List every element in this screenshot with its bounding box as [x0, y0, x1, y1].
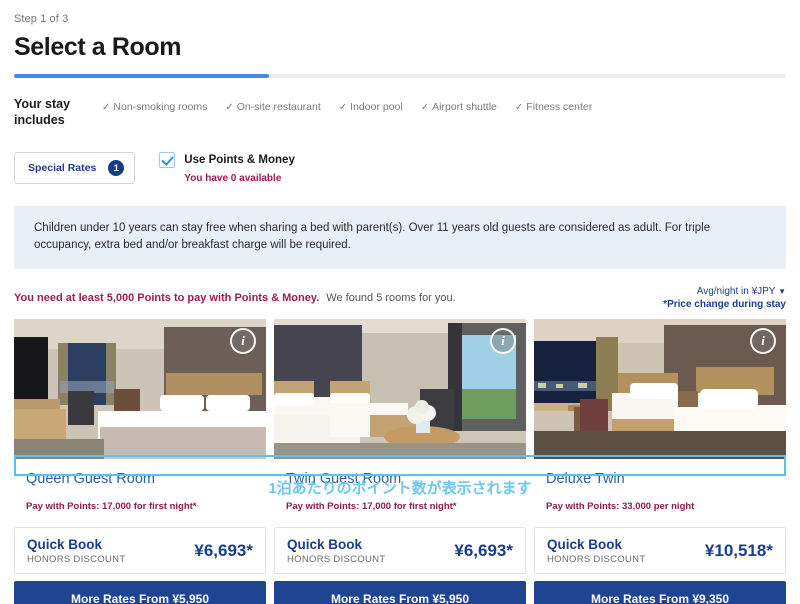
points-warning-text: You need at least 5,000 Points to pay wi… — [14, 291, 320, 304]
check-icon: ✓ — [102, 102, 111, 113]
amenity-item: ✓ Airport shuttle — [421, 101, 497, 113]
honors-discount-label: HONORS DISCOUNT — [547, 554, 646, 566]
policy-banner: Children under 10 years can stay free wh… — [14, 206, 786, 269]
room-name[interactable]: Deluxe Twin — [534, 459, 786, 496]
room-name[interactable]: Queen Guest Room — [14, 459, 266, 496]
room-name[interactable]: Twin Guest Room — [274, 459, 526, 496]
special-rates-badge: 1 — [108, 160, 125, 176]
check-icon: ✓ — [420, 102, 430, 113]
progress-bar — [14, 74, 786, 78]
more-rates-button[interactable]: More Rates From ¥9,350 — [534, 581, 786, 604]
info-icon[interactable]: i — [490, 327, 516, 354]
quick-book-title: Quick Book — [547, 536, 623, 552]
amenity-item: ✓ Non-smoking rooms — [102, 101, 207, 113]
special-rates-label: Special Rates — [28, 162, 97, 174]
amenity-label: On-site restaurant — [236, 101, 321, 113]
room-card[interactable]: i Queen Guest Room Pay with Points: 17,000… — [14, 318, 266, 604]
select-a-room-page: Step 1 of 3 Select a Room Your stay incl… — [0, 0, 800, 604]
step-label: Step 1 of 3 — [14, 13, 69, 25]
info-icon[interactable]: i — [230, 327, 256, 354]
more-rates-button[interactable]: More Rates From ¥5,950 — [14, 581, 266, 604]
check-icon: ✓ — [514, 102, 524, 113]
points-available-text: You have 0 available — [184, 173, 282, 184]
amenity-label: Airport shuttle — [432, 101, 497, 113]
amenity-label: Non-smoking rooms — [113, 101, 208, 113]
stay-includes-row: Your stay includes ✓ Non-smoking rooms ✓ On… — [14, 96, 786, 128]
points-requirement: You need at least 5,000 Points to pay wi… — [14, 286, 456, 304]
use-points-label: Use Points & Money — [184, 154, 295, 166]
honors-discount-label: HONORS DISCOUNT — [27, 554, 126, 566]
use-points-toggle[interactable]: Use Points & Money You have 0 available — [159, 150, 295, 186]
amenity-item: ✓ Indoor pool — [339, 101, 403, 113]
quick-book-price: ¥6,693* — [194, 540, 253, 560]
quick-book-box[interactable]: Quick Book HONORS DISCOUNT ¥6,693* — [274, 526, 526, 575]
pay-with-points-text: Pay with Points: 33,000 per night — [534, 495, 786, 518]
honors-discount-label: HONORS DISCOUNT — [287, 554, 386, 566]
currency-selector[interactable]: Avg/night in ¥JPY ▼ *Price change during… — [663, 286, 786, 310]
amenity-label: Fitness center — [526, 101, 593, 113]
quick-book-title: Quick Book — [27, 536, 103, 552]
quick-book-box[interactable]: Quick Book HONORS DISCOUNT ¥10,518* — [534, 526, 786, 575]
checkbox-checked-icon[interactable] — [159, 152, 176, 168]
stay-includes-label: Your stay includes — [14, 97, 71, 127]
avg-night-label[interactable]: Avg/night in ¥JPY ▼ — [663, 286, 786, 297]
amenity-item: ✓ Fitness center — [515, 101, 592, 113]
chevron-down-icon[interactable]: ▼ — [778, 287, 786, 296]
amenities-list: ✓ Non-smoking rooms ✓ On-site restaurant ✓ In… — [102, 96, 592, 113]
room-photo[interactable]: i — [274, 318, 526, 459]
check-icon: ✓ — [225, 102, 234, 113]
info-icon[interactable]: i — [750, 327, 776, 354]
room-cards-list: i Queen Guest Room Pay with Points: 17,000… — [14, 318, 786, 604]
check-icon: ✓ — [338, 102, 348, 113]
pay-with-points-text: Pay with Points: 17,000 for first night* — [274, 495, 526, 518]
progress-bar-fill — [14, 74, 269, 78]
rooms-found-text: We found 5 rooms for you. — [326, 291, 456, 304]
room-photo[interactable]: i — [14, 318, 266, 459]
quick-book-price: ¥10,518* — [704, 540, 773, 560]
quick-book-title: Quick Book — [287, 536, 363, 552]
quick-book-price: ¥6,693* — [454, 540, 513, 560]
results-summary-row: You need at least 5,000 Points to pay wi… — [14, 286, 786, 310]
room-card[interactable]: i Deluxe Twin Pay with Points: 33,000 per … — [534, 318, 786, 604]
amenity-label: Indoor pool — [350, 101, 403, 113]
controls-row: Special Rates 1 Use Points & Money You h… — [14, 150, 786, 186]
room-card[interactable]: i Twin Guest Room Pay with Points: 17,000 … — [274, 318, 526, 604]
more-rates-button[interactable]: More Rates From ¥5,950 — [274, 581, 526, 604]
amenity-item: ✓ On-site restaurant — [225, 101, 320, 113]
quick-book-box[interactable]: Quick Book HONORS DISCOUNT ¥6,693* — [14, 526, 266, 575]
special-rates-button[interactable]: Special Rates 1 — [14, 152, 136, 184]
price-change-note: *Price change during stay — [663, 298, 786, 310]
pay-with-points-text: Pay with Points: 17,000 for first night* — [14, 495, 266, 518]
room-photo[interactable]: i — [534, 318, 786, 459]
page-title: Select a Room — [14, 33, 182, 61]
